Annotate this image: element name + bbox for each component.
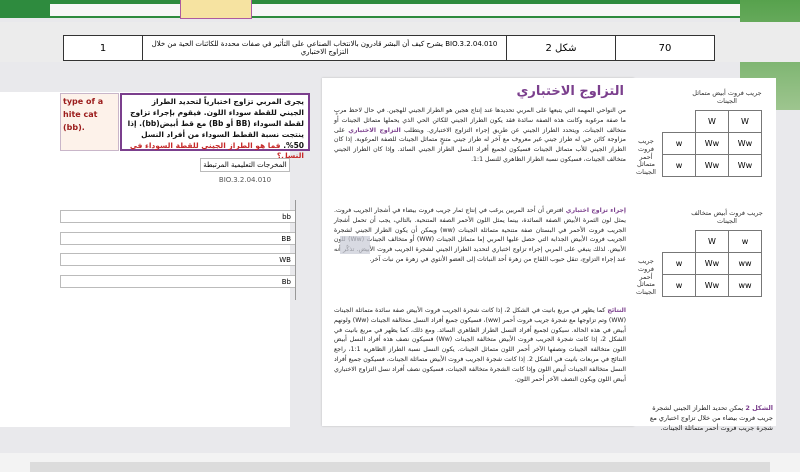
- grid1-side-label: جريب فروت أحمر متماثل الجينات: [635, 137, 656, 177]
- top-yellow-tab: [180, 0, 252, 19]
- header-description-text: يشرح كيف أن البشر قادرون بالانتخاب الصنا…: [151, 40, 443, 56]
- grid1-cell: Ww: [728, 132, 762, 155]
- outcomes-code: BIO.3.2.04.010: [218, 176, 272, 184]
- paragraph-procedure: إجراء تزاوج اختباري افترض أن أحد المربين…: [334, 206, 626, 265]
- keyword-procedure: إجراء تزاوج اختباري: [565, 207, 627, 214]
- header-code: BIO.3.2.04.010: [445, 40, 498, 48]
- grid2-cell: Ww: [695, 274, 729, 297]
- grid1-top-label: جريب فروت أبيض متماثل الجينات: [692, 89, 762, 105]
- english-line-2: hite cat (bb).: [63, 109, 98, 132]
- grid1-row1-label: w: [662, 132, 696, 155]
- grid2-row1-label: w: [662, 252, 696, 275]
- punnett-square-2: W w w Ww ww w Ww ww: [662, 230, 762, 297]
- outcomes-title: المخرجات التعليمية المرتبطة: [200, 158, 290, 172]
- english-question-box: type of a hite cat (bb).: [60, 93, 119, 151]
- header-figure: شكل 2: [506, 35, 616, 61]
- caption-label: الشكل 2: [745, 404, 773, 412]
- answer-option-4[interactable]: Bb: [60, 275, 296, 288]
- grid2-cell: ww: [728, 252, 762, 275]
- section-title: التزاوج الاختباري: [516, 84, 624, 99]
- keyword-test-cross: التزاوج الاختباري: [348, 126, 401, 134]
- grid2-side-label: جريب فروت أحمر متماثل الجينات: [635, 257, 656, 297]
- grid1-row2-label: w: [662, 154, 696, 177]
- grid2-header-2: w: [728, 230, 762, 253]
- top-green-band: [0, 0, 800, 18]
- paragraph-results: النتائج كما يظهر في مربع بانيت في الشكل …: [334, 306, 626, 384]
- header-page-number: 70: [615, 35, 715, 61]
- procedure-text: افترض أن أحد المربين يرغب في إنتاج ثمار …: [334, 207, 627, 263]
- grid1-cell: Ww: [695, 154, 729, 177]
- arabic-question-box: يجرى المربي تزاوج اختبارياً لتحديد الطرا…: [120, 93, 310, 160]
- grid2-top-label: جريب فروت أبيض متخالف الجينات: [691, 209, 763, 225]
- grid1-header-1: W: [695, 110, 729, 133]
- grid2-row2-label: w: [662, 274, 696, 297]
- keyword-results: النتائج: [607, 307, 626, 314]
- header-count: 1: [63, 35, 143, 61]
- answer-option-3[interactable]: WB: [60, 253, 296, 266]
- grid1-cell: Ww: [695, 132, 729, 155]
- lesson-header-table: 1 BIO.3.2.04.010 يشرح كيف أن البشر قادرو…: [63, 35, 715, 61]
- grid2-cell: Ww: [695, 252, 729, 275]
- header-description: BIO.3.2.04.010 يشرح كيف أن البشر قادرون …: [142, 35, 507, 61]
- answer-option-1[interactable]: bb: [60, 210, 296, 223]
- grid1-header-2: W: [728, 110, 762, 133]
- grid2-cell: ww: [728, 274, 762, 297]
- results-text: كما يظهر في مربع بانيت في الشكل 2، إذا ك…: [334, 307, 626, 383]
- bottom-bar: [30, 462, 770, 472]
- punnett-square-1: W W w Ww Ww w Ww Ww: [662, 110, 762, 177]
- grid2-header-1: W: [695, 230, 729, 253]
- paragraph-intro: من النواحي المهمة التي يتبعها على المربي…: [334, 106, 626, 165]
- top-white-bar: [50, 4, 740, 16]
- pane-divider: [295, 200, 296, 300]
- answer-option-2[interactable]: BB: [60, 232, 296, 245]
- selection-overlay: [340, 236, 370, 254]
- grid1-cell: Ww: [728, 154, 762, 177]
- figure-panel: جريب فروت أبيض متماثل الجينات جريب فروت …: [634, 78, 776, 432]
- learning-outcomes: المخرجات التعليمية المرتبطة BIO.3.2.04.0…: [200, 158, 290, 198]
- figure-caption: الشكل 2 يمكن تحديد الطراز الجيني لشجرة ج…: [636, 404, 773, 433]
- english-line-1: type of a: [63, 97, 104, 106]
